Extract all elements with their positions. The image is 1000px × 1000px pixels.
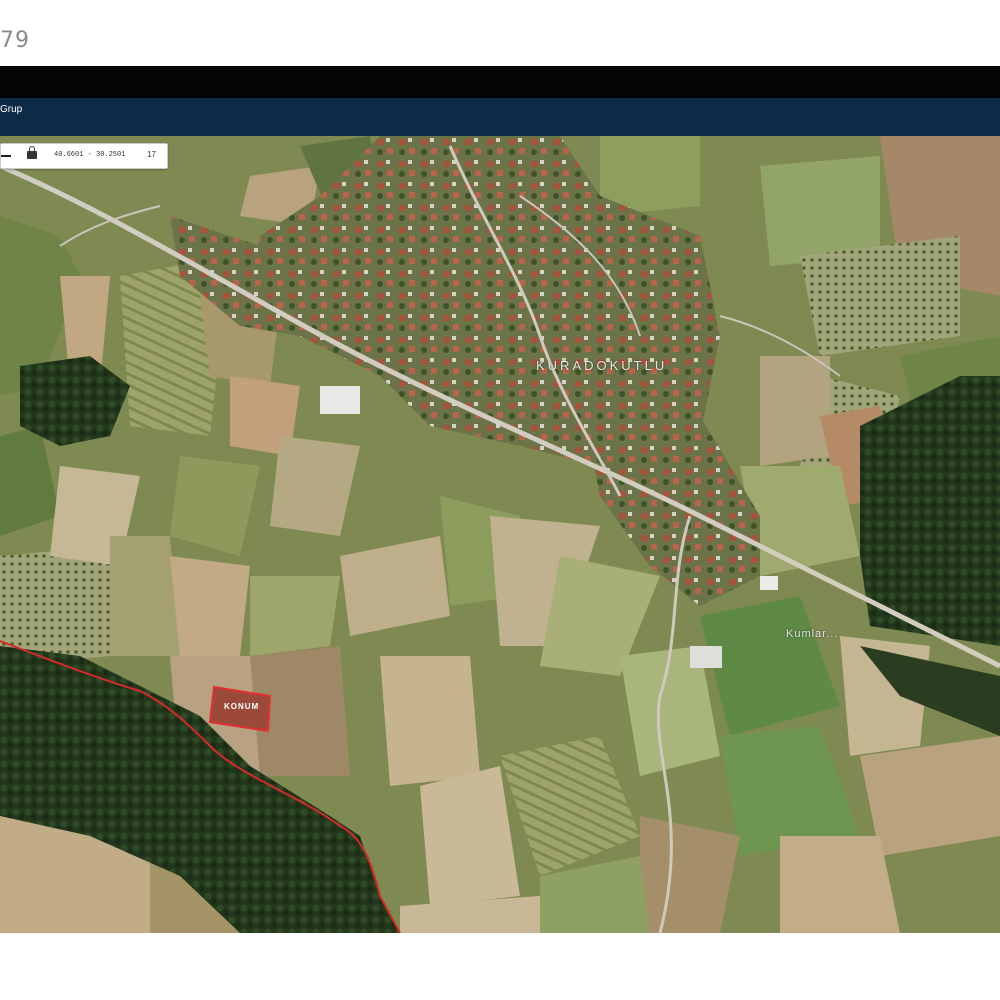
- menu-icon[interactable]: [1, 155, 11, 157]
- page-footer-area: [0, 933, 1000, 1000]
- road-label: Kumlar...: [786, 628, 839, 640]
- map-toolbar: 40.6601 - 30.2501 17: [0, 143, 168, 169]
- satellite-map[interactable]: [0, 136, 1000, 933]
- parcel-label[interactable]: KONUM: [224, 702, 259, 711]
- nav-title[interactable]: Grup: [0, 104, 22, 115]
- zoom-level: 17: [147, 150, 156, 159]
- top-black-bar: [0, 66, 1000, 98]
- navigation-bar: [0, 98, 1000, 136]
- listing-number: 79: [0, 28, 30, 53]
- lock-icon[interactable]: [27, 146, 37, 159]
- satellite-imagery: [0, 136, 1000, 933]
- coordinates-readout: 40.6601 - 30.2501: [54, 151, 126, 159]
- village-label: KURADOKUTLU: [536, 358, 668, 373]
